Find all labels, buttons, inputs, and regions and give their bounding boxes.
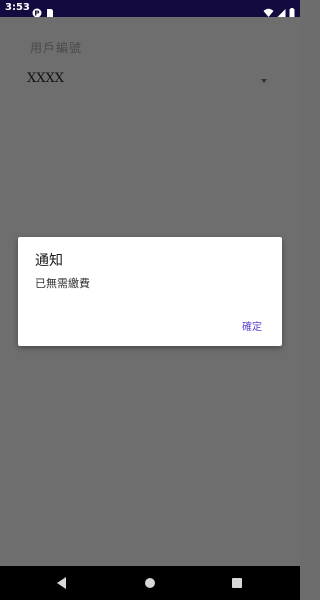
dialog-title: 通知 xyxy=(35,253,63,269)
sim-card-icon xyxy=(45,3,55,17)
app-notification-icon: P xyxy=(32,3,42,18)
status-bar: 3:53 P xyxy=(0,0,300,18)
dialog-message: 已無需繳費 xyxy=(35,277,90,290)
status-time: 3:53 xyxy=(5,2,30,13)
dialog-ok-button[interactable]: 確定 xyxy=(242,318,262,333)
home-icon[interactable] xyxy=(145,578,155,588)
user-id-dropdown[interactable]: XXXX xyxy=(27,69,272,95)
user-id-label: 用戶編號 xyxy=(30,41,83,55)
user-id-selected-value: XXXX xyxy=(27,71,65,86)
recents-icon[interactable] xyxy=(232,578,242,588)
back-icon[interactable] xyxy=(57,577,66,589)
notification-dialog: 通知 已無需繳費 確定 xyxy=(18,237,282,346)
navigation-bar xyxy=(0,566,300,600)
dropdown-arrow-icon xyxy=(261,79,267,83)
